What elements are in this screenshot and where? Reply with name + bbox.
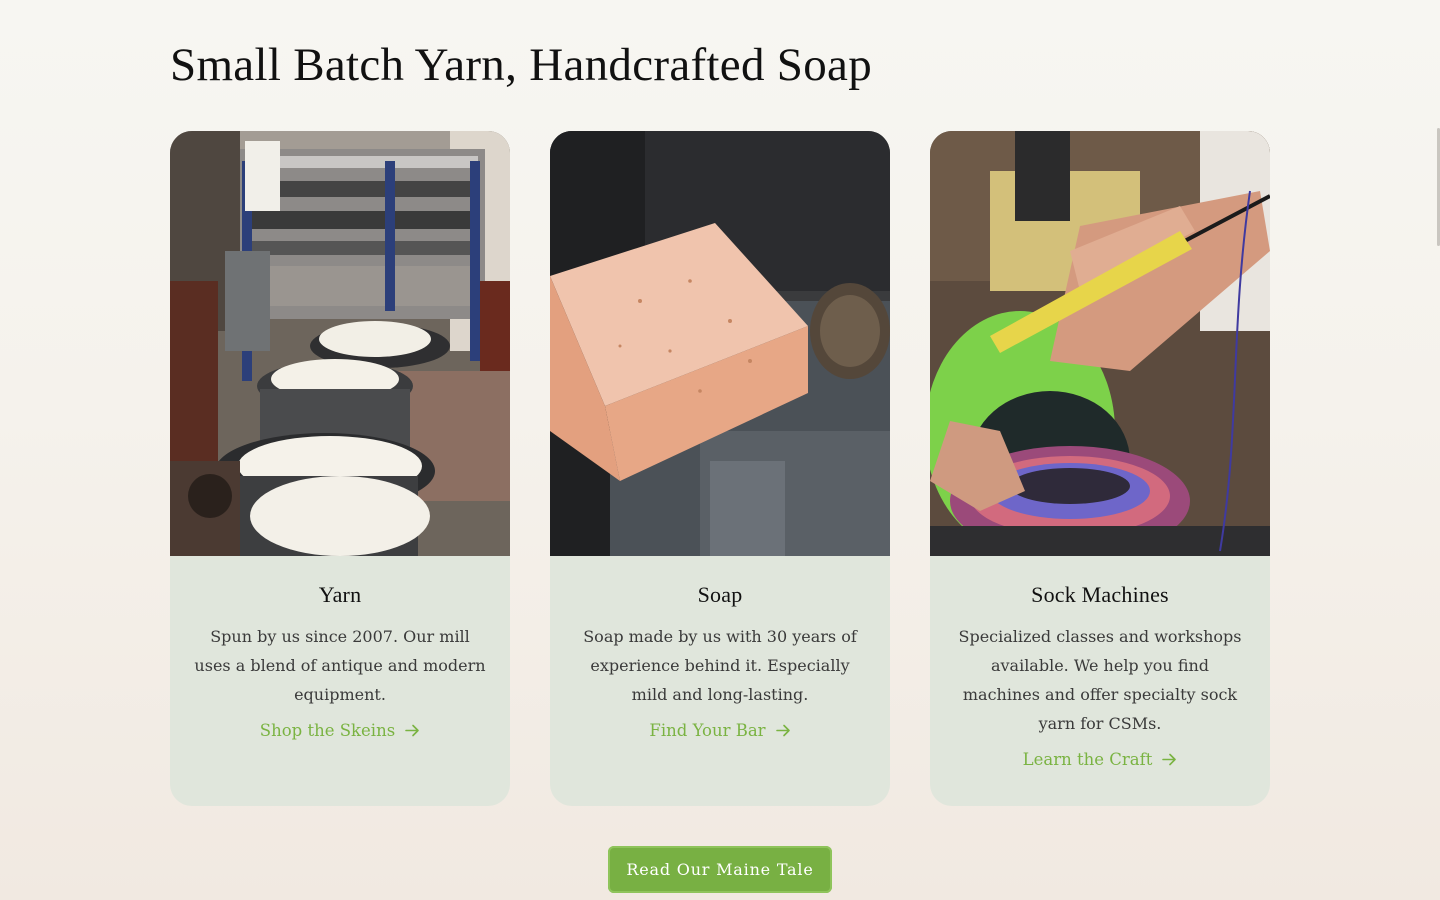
link-label: Shop the Skeins: [259, 721, 396, 740]
card-title: Yarn: [318, 582, 362, 607]
card-yarn: Yarn Spun by us since 2007. Our mill use…: [170, 131, 510, 806]
card-title: Sock Machines: [1031, 582, 1169, 607]
read-our-maine-tale-button[interactable]: Read Our Maine Tale: [608, 846, 832, 893]
card-soap: Soap Soap made by us with 30 years of ex…: [550, 131, 890, 806]
learn-the-craft-link[interactable]: Learn the Craft: [1023, 750, 1178, 769]
section-title: Small Batch Yarn, Handcrafted Soap: [170, 39, 873, 91]
link-label: Find Your Bar: [649, 721, 766, 740]
card-description: Spun by us since 2007. Our mill uses a b…: [194, 627, 486, 704]
arrow-right-icon: [775, 724, 790, 737]
sock-machine-photo: [930, 131, 1270, 556]
link-label: Learn the Craft: [1022, 750, 1153, 769]
soap-bar-photo: [550, 131, 890, 556]
category-cards: Yarn Spun by us since 2007. Our mill use…: [170, 131, 1270, 806]
shop-the-skeins-link[interactable]: Shop the Skeins: [260, 721, 420, 740]
yarn-mill-photo: [170, 131, 510, 556]
card-title: Soap: [697, 582, 743, 607]
find-your-bar-link[interactable]: Find Your Bar: [649, 721, 790, 740]
card-description: Specialized classes and workshops availa…: [958, 627, 1242, 733]
arrow-right-icon: [405, 724, 419, 737]
card-description: Soap made by us with 30 years of experie…: [583, 627, 857, 704]
arrow-right-icon: [1162, 753, 1177, 766]
card-sock-machines: Sock Machines Specialized classes and wo…: [930, 131, 1270, 806]
